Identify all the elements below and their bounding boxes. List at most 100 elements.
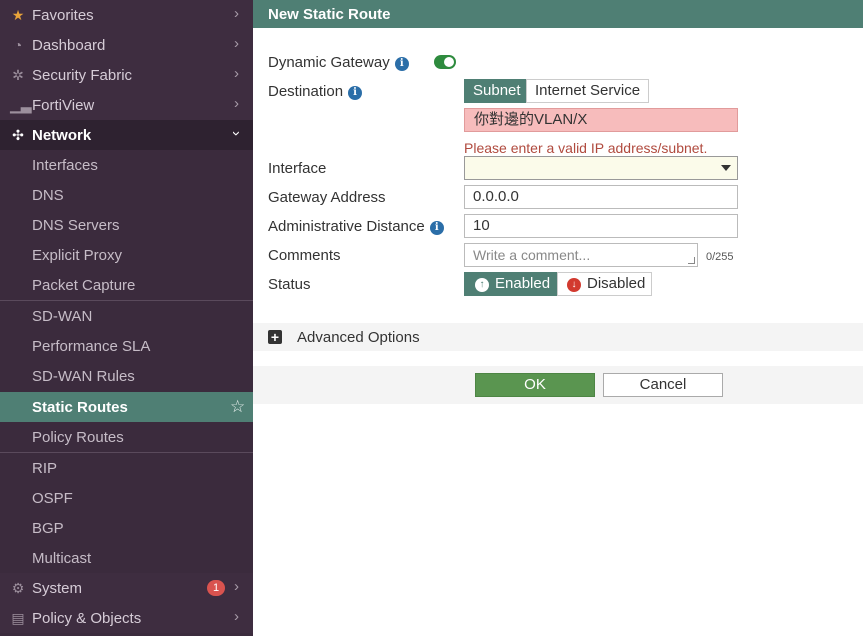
sidebar-item-system[interactable]: ⚙ System 1 › bbox=[0, 573, 253, 603]
cancel-button[interactable]: Cancel bbox=[603, 373, 723, 397]
plus-icon[interactable]: + bbox=[268, 330, 282, 344]
sidebar-item-favorites[interactable]: ★ Favorites › bbox=[0, 0, 253, 30]
dynamic-gateway-text: Dynamic Gateway bbox=[268, 54, 390, 71]
sidebar-item-label: DNS bbox=[32, 187, 64, 204]
status-disabled-button[interactable]: ↓ Disabled bbox=[557, 272, 652, 296]
resize-grip-icon[interactable] bbox=[688, 257, 695, 264]
page-title: New Static Route bbox=[268, 6, 391, 23]
sidebar-item-bgp[interactable]: BGP bbox=[0, 513, 253, 543]
sidebar-item-label: Performance SLA bbox=[32, 338, 151, 355]
advanced-options-row[interactable]: + Advanced Options bbox=[253, 323, 863, 351]
destination-text: Destination bbox=[268, 83, 344, 100]
sidebar-item-label: Policy Routes bbox=[32, 429, 124, 446]
policy-icon: ▤ bbox=[11, 610, 25, 626]
sidebar-item-multicast[interactable]: Multicast bbox=[0, 543, 253, 573]
sidebar-item-explicit-proxy[interactable]: Explicit Proxy bbox=[0, 240, 253, 270]
dynamic-gateway-toggle[interactable] bbox=[434, 55, 456, 69]
sidebar-item-label: RIP bbox=[32, 460, 58, 477]
comments-textarea[interactable]: Write a comment... bbox=[464, 243, 698, 267]
sidebar-item-label: Favorites bbox=[32, 7, 94, 24]
star-outline-icon[interactable]: ☆ bbox=[230, 397, 245, 417]
comments-placeholder: Write a comment... bbox=[473, 247, 591, 263]
sidebar-item-sd-wan-rules[interactable]: SD-WAN Rules bbox=[0, 361, 253, 391]
sidebar: ★ Favorites › ◔ Dashboard › ✲ Security F… bbox=[0, 0, 253, 636]
sidebar-item-label: Network bbox=[32, 127, 92, 144]
sidebar-item-label: System bbox=[32, 580, 83, 597]
sidebar-item-label: FortiView bbox=[32, 97, 95, 114]
sidebar-item-label: Packet Capture bbox=[32, 277, 136, 294]
form-footer: OK Cancel bbox=[253, 366, 863, 404]
dashboard-icon: ◔ bbox=[13, 37, 23, 53]
arrow-down-circle-icon: ↓ bbox=[567, 278, 581, 292]
destination-error: Please enter a valid IP address/subnet. bbox=[464, 140, 708, 156]
chevron-right-icon: › bbox=[234, 95, 239, 112]
chevron-down-icon: › bbox=[228, 131, 245, 136]
sidebar-item-label: DNS Servers bbox=[32, 217, 120, 234]
status-disabled-label: Disabled bbox=[587, 275, 646, 292]
distance-label: Administrative Distance i bbox=[268, 218, 444, 235]
sidebar-item-dns-servers[interactable]: DNS Servers bbox=[0, 210, 253, 240]
sidebar-item-dns[interactable]: DNS bbox=[0, 180, 253, 210]
gateway-label: Gateway Address bbox=[268, 189, 386, 206]
chart-icon: ▁▃ bbox=[10, 97, 32, 113]
sidebar-item-network[interactable]: ✣ Network › bbox=[0, 120, 253, 150]
sidebar-item-label: SD-WAN Rules bbox=[32, 368, 135, 385]
arrow-up-circle-icon: ↑ bbox=[475, 278, 489, 292]
distance-text: Administrative Distance bbox=[268, 218, 425, 235]
info-icon[interactable]: i bbox=[394, 57, 409, 71]
sidebar-item-label: Multicast bbox=[32, 550, 92, 567]
interface-label: Interface bbox=[268, 160, 327, 177]
advanced-options-label: Advanced Options bbox=[297, 329, 420, 346]
distance-input[interactable]: 10 bbox=[464, 214, 738, 238]
sidebar-item-rip[interactable]: RIP bbox=[0, 453, 253, 483]
sidebar-item-fortiview[interactable]: ▁▃ FortiView › bbox=[0, 90, 253, 120]
chevron-right-icon: › bbox=[234, 578, 239, 595]
interface-select[interactable] bbox=[464, 156, 738, 180]
sidebar-item-interfaces[interactable]: Interfaces bbox=[0, 150, 253, 180]
dropdown-arrow-icon bbox=[721, 165, 731, 171]
dynamic-gateway-label: Dynamic Gateway i bbox=[268, 54, 409, 71]
sidebar-item-label: BGP bbox=[32, 520, 64, 537]
sidebar-item-label: Security Fabric bbox=[32, 67, 133, 84]
main-panel: New Static Route Dynamic Gateway i Destin… bbox=[253, 0, 863, 636]
toggle-knob bbox=[444, 57, 454, 67]
sidebar-item-dashboard[interactable]: ◔ Dashboard › bbox=[0, 30, 253, 60]
sidebar-item-policy-routes[interactable]: Policy Routes bbox=[0, 422, 253, 452]
sidebar-item-label: OSPF bbox=[32, 490, 73, 507]
sidebar-item-packet-capture[interactable]: Packet Capture bbox=[0, 270, 253, 300]
sidebar-item-label: Static Routes bbox=[32, 399, 128, 416]
status-enabled-label: Enabled bbox=[495, 275, 551, 292]
network-icon: ✣ bbox=[12, 127, 24, 143]
segment-internet-service[interactable]: Internet Service bbox=[526, 79, 650, 103]
chevron-right-icon: › bbox=[234, 65, 239, 82]
sidebar-item-label: Policy & Objects bbox=[32, 610, 142, 627]
notification-badge: 1 bbox=[207, 580, 225, 596]
sidebar-item-performance-sla[interactable]: Performance SLA bbox=[0, 331, 253, 361]
info-icon[interactable]: i bbox=[348, 86, 363, 100]
comments-counter: 0/255 bbox=[706, 251, 734, 263]
sidebar-item-sd-wan[interactable]: SD-WAN bbox=[0, 301, 253, 331]
sidebar-item-security-fabric[interactable]: ✲ Security Fabric › bbox=[0, 60, 253, 90]
star-icon: ★ bbox=[11, 7, 25, 23]
chevron-right-icon: › bbox=[234, 5, 239, 22]
sidebar-item-label: Dashboard bbox=[32, 37, 106, 54]
sidebar-item-label: SD-WAN bbox=[32, 308, 93, 325]
info-icon[interactable]: i bbox=[429, 221, 444, 235]
status-label: Status bbox=[268, 276, 311, 293]
chevron-right-icon: › bbox=[234, 608, 239, 625]
sidebar-item-label: Interfaces bbox=[32, 157, 98, 174]
ok-button[interactable]: OK bbox=[475, 373, 595, 397]
gateway-input[interactable]: 0.0.0.0 bbox=[464, 185, 738, 209]
sidebar-item-policy-objects[interactable]: ▤ Policy & Objects › bbox=[0, 603, 253, 633]
chevron-right-icon: › bbox=[234, 35, 239, 52]
status-enabled-button[interactable]: ↑ Enabled bbox=[464, 272, 557, 296]
destination-label: Destination i bbox=[268, 83, 363, 100]
destination-input[interactable]: 你對邊的VLAN/X bbox=[464, 108, 738, 132]
fabric-icon: ✲ bbox=[12, 67, 24, 83]
comments-label: Comments bbox=[268, 247, 341, 264]
sidebar-item-ospf[interactable]: OSPF bbox=[0, 483, 253, 513]
segment-subnet[interactable]: Subnet bbox=[464, 79, 530, 103]
page-header: New Static Route bbox=[253, 0, 863, 28]
sidebar-item-label: Explicit Proxy bbox=[32, 247, 123, 264]
sidebar-item-static-routes[interactable]: Static Routes ☆ bbox=[0, 392, 253, 422]
